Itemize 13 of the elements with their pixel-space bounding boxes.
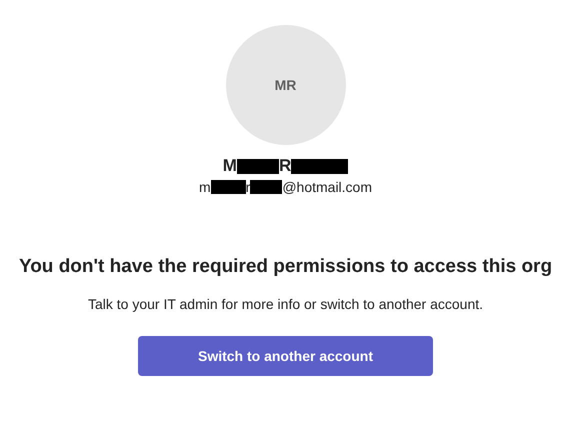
- account-name-text: M: [222, 156, 237, 176]
- redaction-bar: [236, 158, 279, 174]
- redaction-bar: [250, 180, 282, 194]
- account-name-text: R: [278, 156, 292, 176]
- avatar-initials: MR: [274, 77, 296, 93]
- switch-account-button[interactable]: Switch to another account: [138, 336, 433, 376]
- redaction-bar: [210, 180, 246, 194]
- email-text: r: [246, 179, 250, 195]
- email-text: m: [198, 179, 211, 195]
- redaction-bar: [291, 158, 348, 174]
- error-heading: You don't have the required permissions to access this org: [18, 256, 552, 278]
- error-message: Talk to your IT admin for more info or switch to another account.: [88, 296, 484, 312]
- email-text: @hotmail.com: [282, 179, 372, 195]
